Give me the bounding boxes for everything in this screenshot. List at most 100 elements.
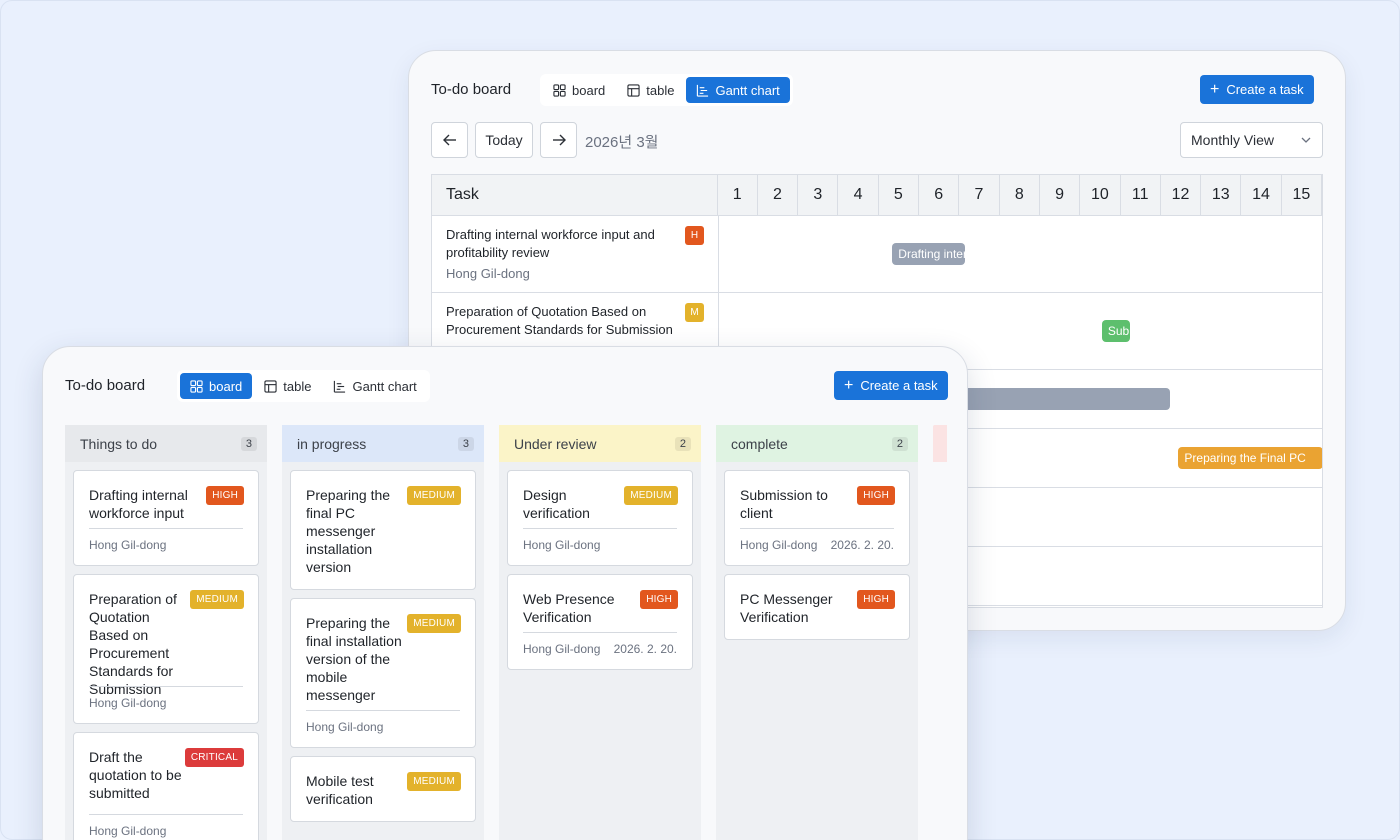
task-card-title: PC Messenger Verification <box>740 591 833 625</box>
task-card[interactable]: Preparation of Quotation Based on Procur… <box>73 574 259 724</box>
board-column: Things to do 3 Drafting internal workforce… <box>65 425 267 840</box>
create-task-label: Create a task <box>860 378 938 393</box>
task-card[interactable]: Preparing the final installation version… <box>290 598 476 748</box>
task-card-owner: Hong Gil-dong <box>89 824 167 838</box>
next-month-button[interactable] <box>540 122 577 158</box>
app-title: To-do board <box>431 81 512 98</box>
next-column-edge <box>933 425 947 462</box>
task-card-owner: Hong Gil-dong <box>89 696 167 710</box>
priority-badge: HIGH <box>857 590 895 609</box>
gantt-task-name: Preparation of Quotation Based on Procur… <box>446 304 673 337</box>
view-tabs: board table Gantt chart <box>177 370 430 402</box>
day-header: 6 <box>919 175 960 215</box>
view-mode-select[interactable]: Monthly View <box>1180 122 1323 158</box>
task-card-title: Mobile test verification <box>306 773 374 807</box>
board-column: Under review 2 Design verification MEDIUM Ho… <box>499 425 701 840</box>
gantt-header: Task 1 2 3 4 5 6 7 8 9 10 11 12 13 14 15 <box>432 175 1322 216</box>
gantt-bar[interactable]: Drafting intern <box>892 243 965 265</box>
board-window: To-do board board table Gantt chart + Cr… <box>42 346 968 840</box>
tab-table[interactable]: table <box>617 77 684 103</box>
task-card-title: Web Presence Verification <box>523 591 615 625</box>
column-count-badge: 2 <box>674 436 691 451</box>
task-card-footer: Hong Gil-dong <box>523 528 677 552</box>
task-card-footer: Hong Gil-dong <box>89 814 243 838</box>
board-column: complete 2 Submission to client HIGH Hong Gi… <box>716 425 918 840</box>
arrow-left-icon <box>442 134 456 146</box>
priority-badge: HIGH <box>640 590 678 609</box>
task-card-footer: Hong Gil-dong <box>89 528 243 552</box>
task-card-footer: Hong Gil-dong <box>89 686 243 710</box>
arrow-right-icon <box>552 134 566 146</box>
task-card-date: 2026. 2. 20. <box>830 538 894 552</box>
task-card[interactable]: Preparing the final PC messenger install… <box>290 470 476 590</box>
priority-badge: H <box>685 226 704 245</box>
chevron-down-icon <box>1301 137 1311 143</box>
tab-label: Gantt chart <box>352 378 417 394</box>
day-header: 3 <box>798 175 839 215</box>
day-header: 4 <box>838 175 879 215</box>
day-header: 5 <box>879 175 920 215</box>
column-header: Things to do 3 <box>65 425 267 462</box>
column-title: Things to do <box>80 435 158 452</box>
gantt-icon <box>334 380 346 393</box>
tab-board[interactable]: board <box>543 77 615 103</box>
task-card[interactable]: Design verification MEDIUM Hong Gil-dong <box>507 470 693 566</box>
tab-board[interactable]: board <box>180 373 253 399</box>
column-count-badge: 3 <box>457 436 474 451</box>
task-card-title: Design verification <box>523 487 590 521</box>
task-card-footer: Hong Gil-dong 2026. 2. 20. <box>740 528 894 552</box>
task-card[interactable]: Drafting internal workforce input HIGH Hon… <box>73 470 259 566</box>
day-header: 7 <box>959 175 1000 215</box>
priority-badge: MEDIUM <box>407 772 461 791</box>
column-header: in progress 3 <box>282 425 484 462</box>
day-header: 2 <box>758 175 799 215</box>
task-card-footer: Hong Gil-dong <box>306 710 460 734</box>
day-header: 15 <box>1282 175 1322 215</box>
column-count-badge: 2 <box>891 436 908 451</box>
day-headers: 1 2 3 4 5 6 7 8 9 10 11 12 13 14 15 <box>718 175 1322 215</box>
grid-icon <box>553 83 566 97</box>
tab-label: board <box>209 378 243 394</box>
task-column-header: Task <box>432 175 718 215</box>
tab-label: board <box>572 82 606 98</box>
create-task-label: Create a task <box>1226 82 1304 97</box>
day-header: 11 <box>1121 175 1161 215</box>
day-header: 10 <box>1080 175 1121 215</box>
task-card-title: Preparing the final PC messenger install… <box>306 487 391 575</box>
task-card[interactable]: Submission to client HIGH Hong Gil-dong 202… <box>724 470 910 566</box>
gantt-task-owner: Hong Gil-dong <box>446 266 530 281</box>
create-task-button[interactable]: + Create a task <box>834 371 948 400</box>
tab-label: Gantt chart <box>715 82 780 98</box>
priority-badge: MEDIUM <box>407 614 461 633</box>
priority-badge: CRITICAL <box>184 748 244 767</box>
priority-badge: HIGH <box>857 486 895 505</box>
gantt-row[interactable]: Drafting internal workforce input and pr… <box>432 216 1322 293</box>
task-card[interactable]: Web Presence Verification HIGH Hong Gil-do… <box>507 574 693 670</box>
app-title: To-do board <box>65 377 146 394</box>
day-header: 13 <box>1201 175 1242 215</box>
tab-gantt-chart[interactable]: Gantt chart <box>323 373 426 399</box>
board-columns: Things to do 3 Drafting internal workforce… <box>65 425 945 840</box>
create-task-button[interactable]: + Create a task <box>1200 75 1314 104</box>
day-header: 12 <box>1161 175 1202 215</box>
task-card[interactable]: PC Messenger Verification HIGH <box>724 574 910 640</box>
day-header: 9 <box>1040 175 1081 215</box>
prev-month-button[interactable] <box>431 122 468 158</box>
task-card[interactable]: Draft the quotation to be submitted CRITI… <box>73 732 259 840</box>
priority-badge: M <box>685 303 704 322</box>
day-header: 1 <box>718 175 758 215</box>
today-button[interactable]: Today <box>475 122 533 158</box>
task-card-owner: Hong Gil-dong <box>523 642 601 656</box>
gantt-bar[interactable]: Subr <box>1101 320 1131 342</box>
task-card-owner: Hong Gil-dong <box>740 538 818 552</box>
task-card[interactable]: Mobile test verification MEDIUM <box>290 756 476 822</box>
tab-gantt-chart[interactable]: Gantt chart <box>686 77 790 103</box>
task-card-title: Preparing the final installation version… <box>306 615 402 703</box>
tab-table[interactable]: table <box>254 373 321 399</box>
day-header: 8 <box>1000 175 1040 215</box>
tab-label: table <box>646 82 675 98</box>
priority-badge: MEDIUM <box>190 590 244 609</box>
task-card-owner: Hong Gil-dong <box>523 538 601 552</box>
gantt-icon <box>697 84 709 97</box>
gantt-bar[interactable]: Preparing the Final PC <box>1178 447 1322 469</box>
